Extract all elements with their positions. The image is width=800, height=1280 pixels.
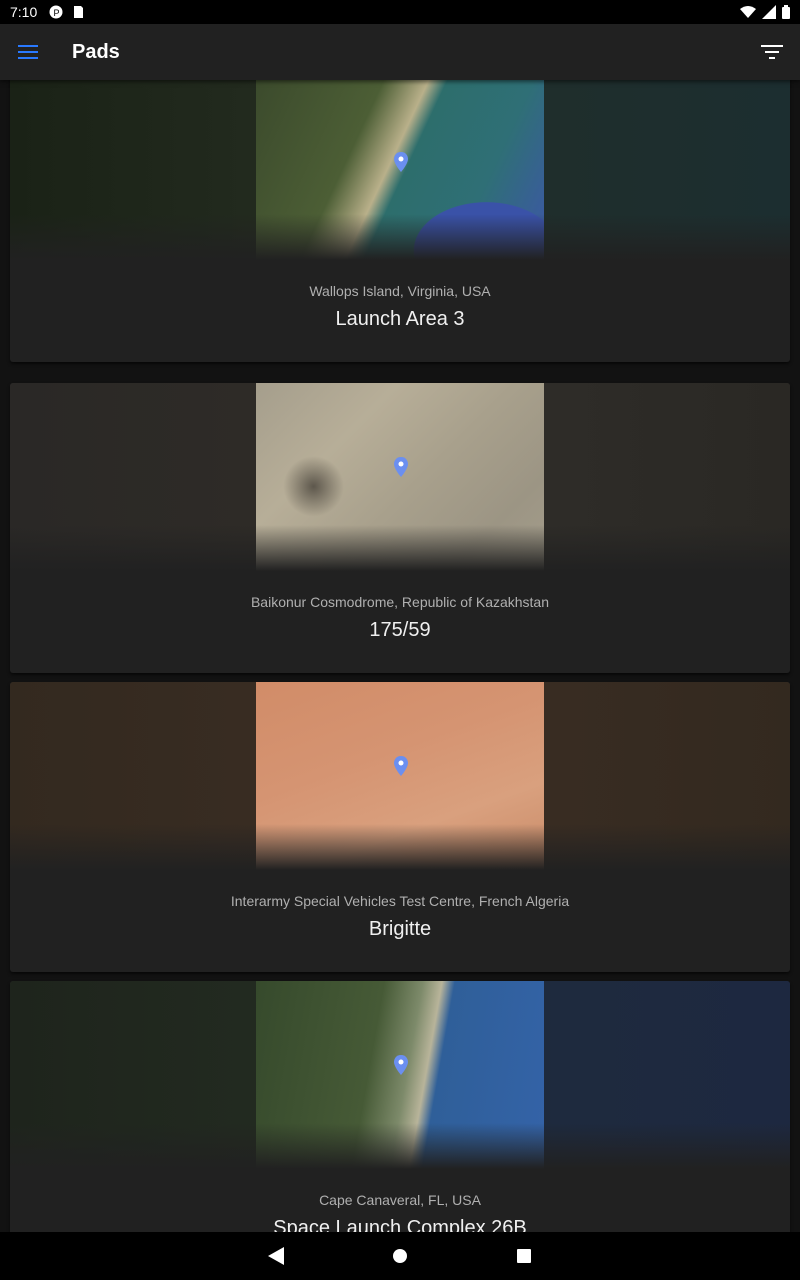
wifi-icon (740, 6, 756, 18)
status-bar: 7:10 P (0, 0, 800, 24)
pad-location: Cape Canaveral, FL, USA (319, 1192, 481, 1208)
map-pin-icon (394, 152, 408, 172)
pad-map-image (10, 981, 790, 1169)
hamburger-menu-icon (18, 45, 38, 59)
pad-map-image (10, 80, 790, 260)
map-pin-icon (394, 1055, 408, 1075)
svg-text:P: P (54, 8, 60, 18)
pad-name: Space Launch Complex 26B (273, 1217, 527, 1232)
app-bar: Pads (0, 24, 800, 80)
pad-name: Launch Area 3 (335, 308, 465, 330)
system-nav-bar (0, 1232, 800, 1280)
filter-button[interactable] (760, 40, 784, 64)
status-time: 7:10 (10, 4, 38, 20)
home-button[interactable] (388, 1244, 412, 1268)
notification-icon: P (49, 5, 63, 19)
pad-map-image (10, 682, 790, 870)
pad-location: Baikonur Cosmodrome, Republic of Kazakhs… (250, 594, 550, 610)
pad-name: Brigitte (368, 918, 432, 940)
back-button[interactable] (264, 1244, 288, 1268)
pad-card[interactable]: Cape Canaveral, FL, USA Space Launch Com… (10, 981, 790, 1232)
map-pin-icon (394, 756, 408, 776)
page-title: Pads (72, 40, 120, 63)
pad-card[interactable]: Interarmy Special Vehicles Test Centre, … (10, 682, 790, 972)
pad-card[interactable]: Baikonur Cosmodrome, Republic of Kazakhs… (10, 383, 790, 673)
pad-location: Wallops Island, Virginia, USA (309, 283, 491, 299)
signal-icon (762, 5, 776, 19)
back-triangle-icon (268, 1247, 284, 1265)
home-circle-icon (393, 1249, 407, 1263)
recents-square-icon (517, 1249, 531, 1263)
sd-card-icon (74, 6, 84, 18)
menu-button[interactable] (16, 40, 40, 64)
pad-card[interactable]: Wallops Island, Virginia, USA Launch Are… (10, 80, 790, 362)
recents-button[interactable] (512, 1244, 536, 1268)
pad-map-image (10, 383, 790, 571)
pad-name: 175/59 (369, 619, 431, 641)
map-pin-icon (394, 457, 408, 477)
pads-list[interactable]: Wallops Island, Virginia, USA Launch Are… (0, 80, 800, 1232)
pad-location: Interarmy Special Vehicles Test Centre, … (230, 893, 570, 909)
filter-icon (761, 45, 783, 59)
battery-icon (782, 5, 790, 19)
